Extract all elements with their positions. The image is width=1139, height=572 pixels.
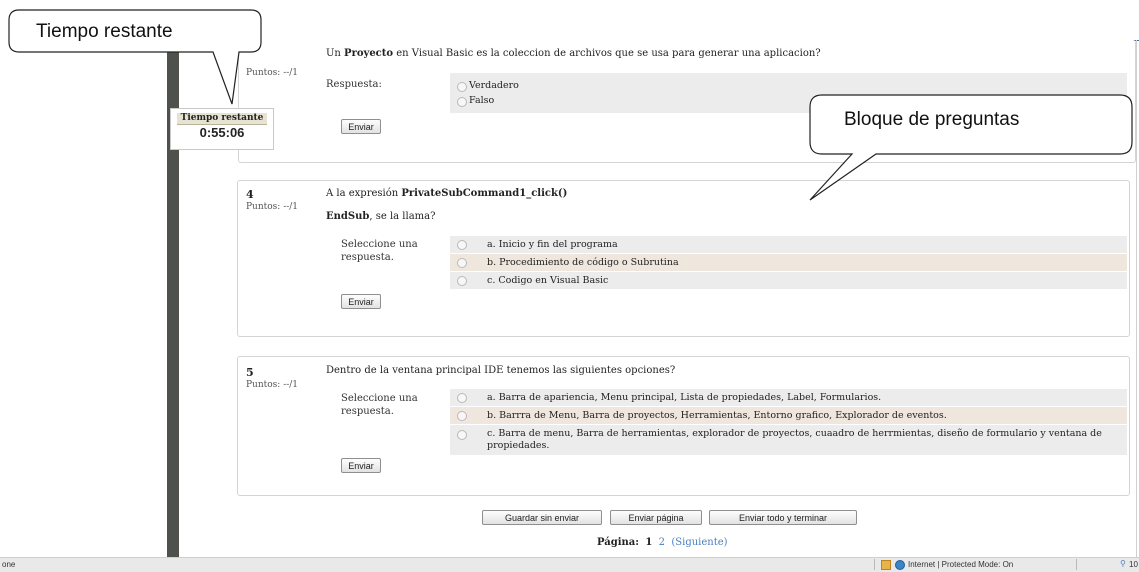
radio-q4-c[interactable] bbox=[457, 276, 467, 286]
question-5-answer-label: Seleccione una respuesta. bbox=[341, 393, 418, 417]
option-verdadero: Verdadero bbox=[469, 80, 519, 91]
pagination: Página: 1 2 (Siguiente) bbox=[597, 537, 728, 548]
radio-q5-a[interactable] bbox=[457, 393, 467, 403]
callout-timer: Tiempo restante bbox=[7, 9, 263, 111]
timer-panel: Tiempo restante 0:55:06 bbox=[170, 108, 274, 150]
status-divider-2 bbox=[1076, 559, 1077, 570]
pagination-page-2[interactable]: 2 bbox=[659, 537, 665, 548]
callout-questions: Bloque de preguntas bbox=[808, 94, 1138, 202]
status-text: one bbox=[2, 560, 16, 569]
option-q4-c: c. Codigo en Visual Basic bbox=[487, 275, 609, 286]
question-4-submit-button[interactable]: Enviar bbox=[341, 294, 381, 309]
question-3-answer-label: Respuesta: bbox=[326, 79, 382, 90]
question-4-points: Puntos: --/1 bbox=[246, 202, 299, 212]
radio-q5-b[interactable] bbox=[457, 411, 467, 421]
radio-q5-c[interactable] bbox=[457, 430, 467, 440]
submit-all-finish-button[interactable]: Enviar todo y terminar bbox=[709, 510, 857, 525]
browser-status-bar: one Internet | Protected Mode: On ⚲ 10 bbox=[0, 558, 1139, 571]
option-q4-a: a. Inicio y fin del programa bbox=[487, 239, 618, 250]
pagination-label: Página: bbox=[597, 537, 639, 548]
question-4-number: 4 bbox=[246, 188, 254, 201]
pagination-next-link[interactable]: (Siguiente) bbox=[671, 537, 727, 548]
option-falso: Falso bbox=[469, 95, 495, 106]
security-zone-text: Internet | Protected Mode: On bbox=[908, 560, 1014, 569]
callout-timer-text: Tiempo restante bbox=[36, 21, 173, 42]
option-q5-b: b. Barrra de Menu, Barra de proyectos, H… bbox=[487, 410, 947, 421]
option-q5-a: a. Barra de apariencia, Menu principal, … bbox=[487, 392, 882, 403]
pagination-page-1: 1 bbox=[645, 537, 653, 548]
option-q4-b: b. Procedimiento de código o Subrutina bbox=[487, 257, 679, 268]
question-5-points: Puntos: --/1 bbox=[246, 380, 299, 390]
radio-q4-b[interactable] bbox=[457, 258, 467, 268]
radio-q4-a[interactable] bbox=[457, 240, 467, 250]
status-divider bbox=[874, 559, 875, 570]
timer-value: 0:55:06 bbox=[199, 125, 245, 140]
question-5-number: 5 bbox=[246, 366, 254, 379]
radio-falso[interactable] bbox=[457, 97, 467, 107]
question-4-answer-label: Seleccione una respuesta. bbox=[341, 239, 418, 263]
zoom-level[interactable]: 10 bbox=[1129, 560, 1138, 569]
question-4-text-line2: EndSub, se la llama? bbox=[326, 211, 436, 222]
question-5-text: Dentro de la ventana principal IDE tenem… bbox=[326, 365, 676, 376]
question-4-text-line1: A la expresión PrivateSubCommand1_click(… bbox=[326, 188, 568, 199]
shield-icon bbox=[881, 560, 891, 570]
option-q5-c: c. Barra de menu, Barra de herramientas,… bbox=[487, 428, 1102, 451]
radio-verdadero[interactable] bbox=[457, 82, 467, 92]
save-without-submit-button[interactable]: Guardar sin enviar bbox=[482, 510, 602, 525]
callout-questions-text: Bloque de preguntas bbox=[844, 109, 1020, 130]
question-3-submit-button[interactable]: Enviar bbox=[341, 119, 381, 134]
zoom-icon[interactable]: ⚲ bbox=[1120, 559, 1126, 568]
timer-heading: Tiempo restante bbox=[177, 113, 267, 125]
submit-page-button[interactable]: Enviar página bbox=[610, 510, 702, 525]
question-5-submit-button[interactable]: Enviar bbox=[341, 458, 381, 473]
question-3-text: Un Proyecto en Visual Basic es la colecc… bbox=[326, 48, 821, 59]
globe-icon bbox=[895, 560, 905, 570]
